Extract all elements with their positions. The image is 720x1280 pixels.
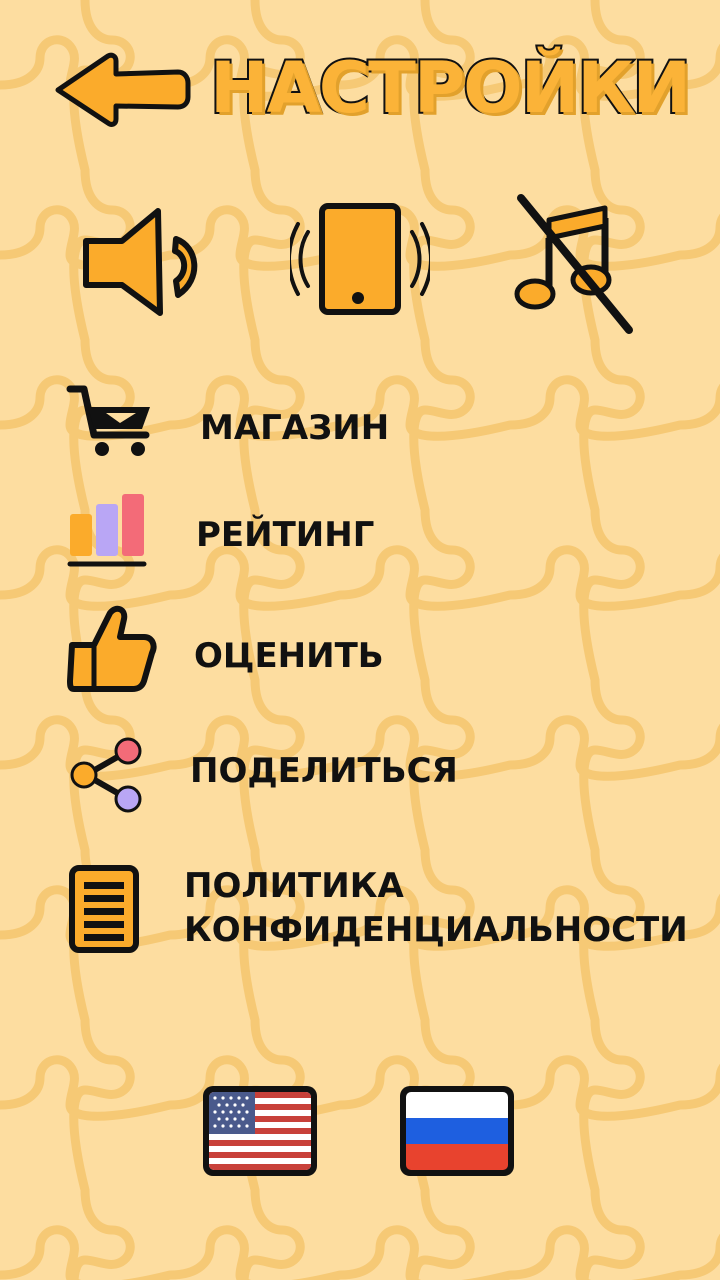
music-note-off-icon xyxy=(514,194,633,334)
menu-label-privacy-policy-line1: ПОЛИТИКА xyxy=(184,866,404,906)
arrow-left-icon xyxy=(55,52,191,127)
vibration-toggle[interactable] xyxy=(287,198,433,320)
thumbs-up-icon xyxy=(67,605,157,692)
russia-flag-icon xyxy=(400,1086,514,1176)
vibration-icon xyxy=(287,203,433,315)
menu-item-privacy-policy[interactable]: ПОЛИТИКА КОНФИДЕНЦИАЛЬНОСТИ xyxy=(60,862,700,957)
cart-icon xyxy=(66,385,150,456)
language-english-button[interactable] xyxy=(200,1083,320,1179)
page-title: НАСТРОЙКИ xyxy=(208,45,693,131)
language-russian-button[interactable] xyxy=(397,1083,517,1179)
document-icon xyxy=(69,865,139,953)
sound-toggle[interactable] xyxy=(78,203,216,321)
menu-label-rate: ОЦЕНИТЬ xyxy=(194,636,384,676)
music-toggle[interactable] xyxy=(505,190,641,338)
back-button[interactable] xyxy=(50,50,192,128)
menu-label-privacy-policy-line2: КОНФИДЕНЦИАЛЬНОСТИ xyxy=(184,910,688,950)
menu-item-shop[interactable]: МАГАЗИН xyxy=(60,383,700,463)
menu-label-share: ПОДЕЛИТЬСЯ xyxy=(190,751,458,791)
menu-item-rate[interactable]: ОЦЕНИТЬ xyxy=(60,605,700,695)
leaderboard-icon xyxy=(67,494,147,567)
settings-screen: НАСТРОЙКИ МАГАЗИН РЕЙТИНГ ОЦЕНИТЬ ПОДЕЛИ… xyxy=(0,0,720,1280)
menu-item-share[interactable]: ПОДЕЛИТЬСЯ xyxy=(60,735,700,815)
menu-label-rating: РЕЙТИНГ xyxy=(196,515,375,555)
menu-label-privacy-policy: ПОЛИТИКА КОНФИДЕНЦИАЛЬНОСТИ xyxy=(184,864,688,952)
us-flag-icon xyxy=(203,1086,317,1176)
menu-label-shop: МАГАЗИН xyxy=(200,408,390,448)
share-icon xyxy=(70,737,142,813)
menu-item-rating[interactable]: РЕЙТИНГ xyxy=(60,490,700,570)
speaker-icon xyxy=(83,208,198,316)
